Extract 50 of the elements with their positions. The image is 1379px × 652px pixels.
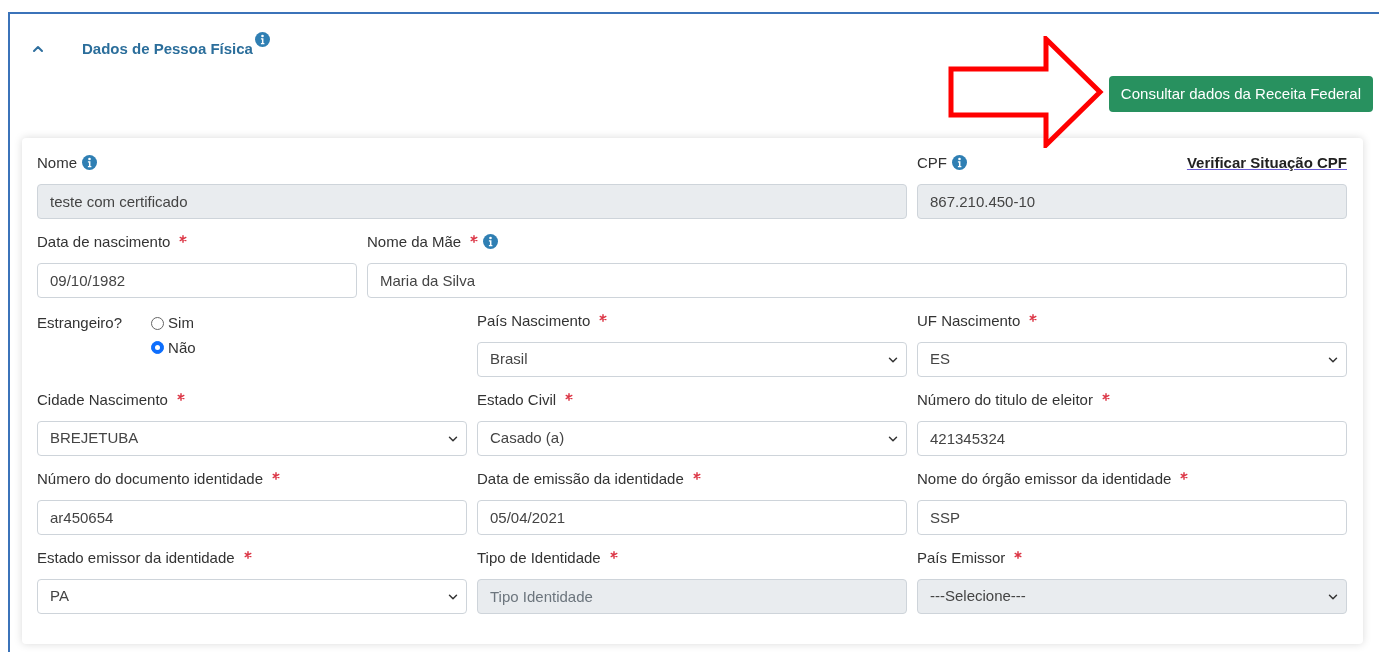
select-field[interactable]: Casado (a) [477, 421, 907, 456]
field-label: CPF [917, 152, 947, 173]
required-icon [1014, 550, 1023, 559]
field-label: Número do documento identidade [37, 468, 263, 489]
field-label: Nome da Mãe [367, 231, 462, 252]
required-icon [599, 313, 608, 322]
required-icon [1101, 392, 1110, 401]
required-icon [176, 392, 185, 401]
select-field[interactable]: ES [917, 342, 1347, 377]
field-label: Número do titulo de eleitor [917, 389, 1093, 410]
field-label: Estado emissor da identidade [37, 547, 235, 568]
field-label: Data de emissão da identidade [477, 468, 684, 489]
field-label: País Nascimento [477, 310, 591, 331]
select-field[interactable]: PA [37, 579, 467, 614]
field-label: Data de nascimento [37, 231, 171, 252]
required-icon [272, 471, 280, 480]
input-field[interactable]: SSP [917, 500, 1347, 535]
input-field[interactable]: Maria da Silva [367, 263, 1347, 298]
input-field[interactable]: ar450654 [37, 500, 467, 535]
required-icon [179, 234, 188, 243]
required-icon [565, 392, 574, 401]
field-label: Estrangeiro? [37, 313, 123, 333]
info-icon [483, 234, 499, 250]
info-icon [952, 155, 967, 171]
consult-button[interactable]: Consultar dados da Receita Federal [1108, 76, 1373, 112]
section-title: Dados de Pessoa Física [82, 38, 253, 59]
field-label: Tipo de Identidade [477, 547, 601, 568]
field-label: UF Nascimento [917, 310, 1021, 331]
field-label: Nome do órgão emissor da identidade [917, 468, 1172, 489]
field-label: País Emissor [917, 547, 1006, 568]
info-icon [82, 155, 97, 171]
input-field[interactable]: 05/04/2021 [477, 500, 907, 535]
radio-option[interactable]: Sim [151, 312, 196, 335]
required-icon [609, 550, 618, 559]
required-icon [243, 550, 252, 559]
select-field[interactable]: BREJETUBA [37, 421, 467, 456]
field-label: Cidade Nascimento [37, 389, 168, 410]
select-field[interactable]: Brasil [477, 342, 907, 377]
required-icon [692, 471, 701, 480]
radio-icon[interactable] [151, 316, 165, 330]
required-icon [1180, 471, 1189, 480]
radio-option[interactable]: Não [151, 336, 196, 359]
field-label: Nome [37, 152, 77, 173]
required-icon [1029, 313, 1038, 322]
input-field[interactable]: 09/10/1982 [37, 263, 357, 298]
required-icon [470, 234, 479, 243]
field-label: Estado Civil [477, 389, 557, 410]
info-icon [254, 31, 270, 47]
input-field[interactable]: 421345324 [917, 421, 1347, 456]
radio-icon[interactable] [151, 341, 165, 355]
